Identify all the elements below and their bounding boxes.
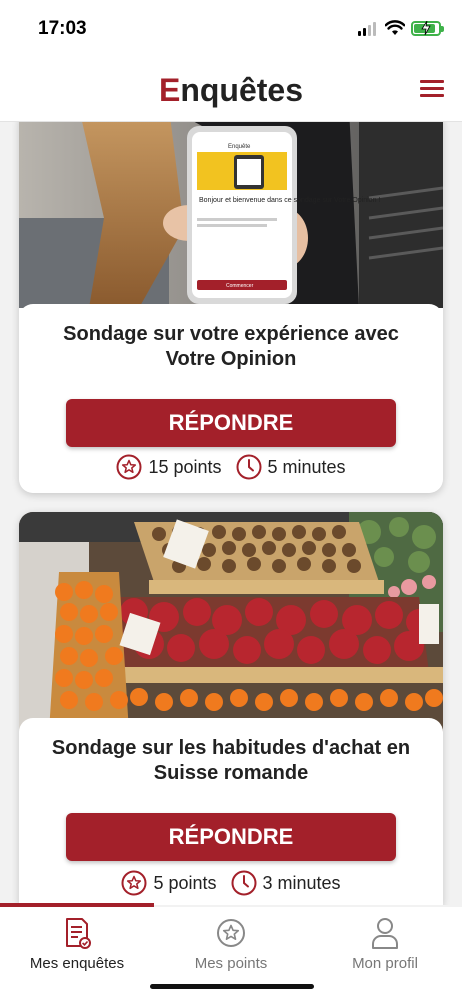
duration-info: 3 minutes — [231, 870, 341, 896]
hamburger-icon[interactable] — [420, 80, 444, 98]
star-icon — [121, 870, 147, 896]
survey-document-icon — [66, 918, 91, 949]
survey-meta: 15 points 5 minutes — [19, 452, 443, 482]
respond-button[interactable]: RÉPONDRE — [66, 813, 396, 861]
points-info: 5 points — [121, 870, 217, 896]
duration-label: 5 minutes — [267, 456, 346, 477]
app-header: Enquêtes — [0, 58, 462, 122]
svg-text:Bonjour et bienvenue dans ce s: Bonjour et bienvenue dans ce sondage sur… — [199, 197, 380, 204]
tab-label: Mes enquêtes — [29, 955, 125, 972]
clock-icon — [231, 870, 256, 896]
survey-title: Sondage sur les habitudes d'achat en Sui… — [51, 737, 411, 784]
survey-list[interactable]: Enquête Bonjour et bienvenue dans ce son… — [0, 122, 462, 905]
points-label: 15 points — [148, 456, 222, 477]
points-label: 5 points — [153, 872, 217, 893]
survey-title: Sondage sur votre expérience avec Votre … — [63, 323, 399, 370]
clock-icon — [236, 454, 261, 480]
phone-start-button: Commencer — [226, 283, 254, 289]
points-info: 15 points — [116, 454, 222, 480]
wifi-icon — [385, 20, 405, 35]
tab-mon-profil[interactable]: Mon profil — [308, 917, 462, 972]
fruit-market-stall-photo — [19, 512, 443, 732]
phone-app-title: Enquête — [228, 144, 251, 150]
status-time: 17:03 — [38, 18, 87, 39]
survey-card: Sondage sur les habitudes d'achat en Sui… — [19, 512, 443, 905]
app-screen: 17:03 Enquêtes Enquête Bonjour et bienve… — [0, 0, 462, 1000]
page-title: Enquêtes — [0, 72, 462, 109]
respond-button[interactable]: RÉPONDRE — [66, 399, 396, 447]
page-title-rest: nquêtes — [180, 72, 304, 108]
survey-card-body: Sondage sur les habitudes d'achat en Sui… — [19, 718, 443, 905]
tab-label: Mon profil — [352, 955, 418, 972]
survey-card: Enquête Bonjour et bienvenue dans ce son… — [19, 122, 443, 493]
star-circle-icon — [217, 919, 245, 947]
phone-greeting: Bonjour et bienvenue dans ce sondage sur… — [199, 197, 380, 204]
tab-mes-points[interactable]: Mes points — [154, 917, 308, 972]
home-indicator — [150, 984, 314, 989]
battery-icon — [411, 21, 444, 36]
duration-info: 5 minutes — [236, 454, 346, 480]
person-icon — [372, 918, 398, 949]
tab-mes-enquetes[interactable]: Mes enquêtes — [0, 917, 154, 972]
survey-image: Enquête Bonjour et bienvenue dans ce son… — [19, 122, 443, 308]
person-holding-phone-photo: Enquête Bonjour et bienvenue dans ce son… — [19, 122, 443, 308]
star-icon — [116, 454, 142, 480]
page-title-initial: E — [158, 72, 181, 108]
survey-meta: 5 points 3 minutes — [19, 868, 443, 898]
duration-label: 3 minutes — [262, 872, 341, 893]
status-bar: 17:03 — [0, 0, 462, 58]
survey-card-body: Sondage sur votre expérience avec Votre … — [19, 304, 443, 493]
signal-icon — [358, 22, 378, 36]
survey-image — [19, 512, 443, 732]
tab-label: Mes points — [194, 955, 268, 972]
